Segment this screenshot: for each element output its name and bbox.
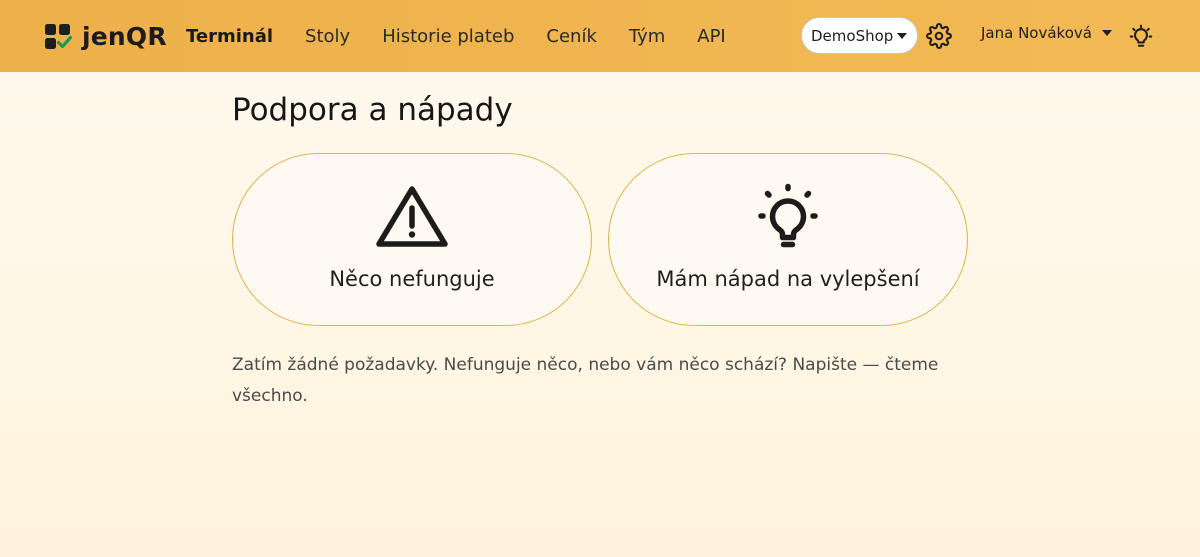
nav-item-team[interactable]: Tým [629,26,665,47]
theme-toggle-button[interactable] [1128,23,1154,49]
suggest-idea-label: Mám nápad na vylepšení [656,267,920,291]
lightbulb-icon-wrap [750,183,826,249]
shop-selector[interactable]: DemoShop [801,17,918,54]
shop-selector-value: DemoShop [811,26,894,45]
chevron-down-icon [1101,30,1112,36]
warning-triangle-icon [376,186,448,247]
user-name: Jana Nováková [981,24,1092,42]
jenqr-logo-icon [45,23,72,49]
chevron-down-icon [897,32,907,39]
page-title: Podpora a nápady [232,92,513,128]
support-cards: Něco nefunguje Mám nápad na vylepšení [232,153,968,326]
nav-item-payment-history[interactable]: Historie plateb [382,26,514,47]
brand-name: jenQR [82,22,167,51]
main-nav: Terminál Stoly Historie plateb Ceník Tým… [186,0,726,72]
empty-requests-message: Zatím žádné požadavky. Nefunguje něco, n… [232,355,939,406]
report-problem-label: Něco nefunguje [329,267,495,291]
top-navbar: jenQR Terminál Stoly Historie plateb Cen… [0,0,1200,72]
warning-triangle-icon-wrap [374,183,450,249]
nav-item-tables[interactable]: Stoly [305,26,350,47]
lightbulb-icon [758,183,818,248]
brand-link[interactable]: jenQR [44,22,167,51]
gear-icon [926,23,952,49]
nav-item-terminal[interactable]: Terminál [186,26,273,47]
suggest-idea-card[interactable]: Mám nápad na vylepšení [608,153,968,326]
nav-item-api[interactable]: API [697,26,725,47]
nav-item-pricing[interactable]: Ceník [546,26,596,47]
user-menu[interactable]: Jana Nováková [981,24,1112,42]
settings-button[interactable] [926,23,952,49]
lightbulb-icon [1129,24,1153,47]
report-problem-card[interactable]: Něco nefunguje [232,153,592,326]
